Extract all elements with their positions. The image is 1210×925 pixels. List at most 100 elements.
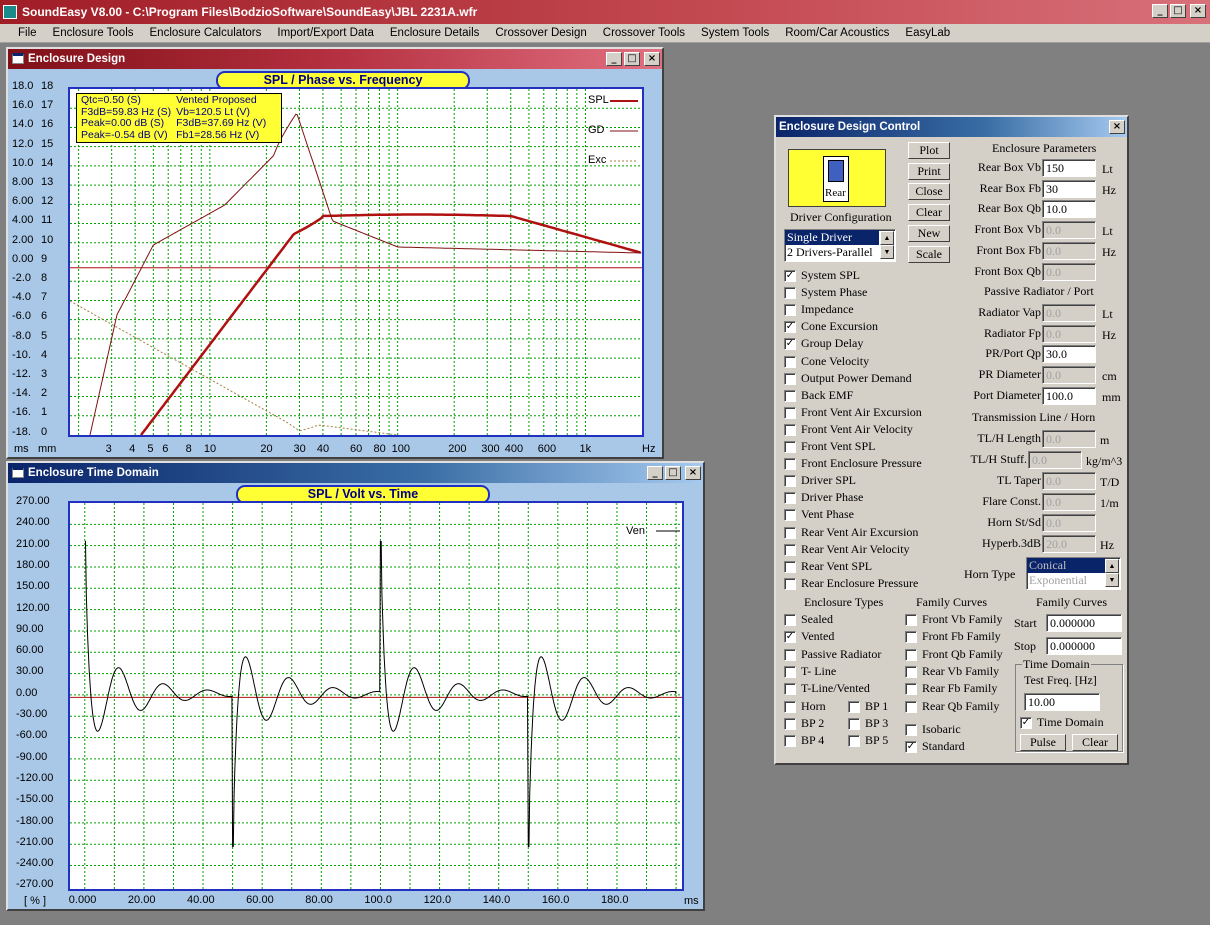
menu-item-enclosure-calculators[interactable]: Enclosure Calculators xyxy=(150,27,262,39)
driver-config-list[interactable]: Single Driver 2 Drivers-Parallel ▲ ▼ xyxy=(784,229,896,262)
checkbox-rear-vent-air-velocity[interactable] xyxy=(784,543,796,556)
checkbox-group-delay[interactable]: ✓ xyxy=(784,338,796,351)
param-input-pr-diameter[interactable]: 0.0 xyxy=(1042,366,1096,385)
horn-type-list[interactable]: Conical Exponential ▲ ▼ xyxy=(1026,557,1121,590)
checkbox-t-line[interactable] xyxy=(784,665,796,678)
checkbox-standard[interactable]: ✓ xyxy=(905,741,917,753)
checkbox-bp-5[interactable] xyxy=(848,735,860,747)
checkbox-passive-radiator[interactable] xyxy=(784,648,796,661)
checkbox-front-vent-spl[interactable] xyxy=(784,441,796,453)
driver-option[interactable]: Single Driver xyxy=(785,230,879,245)
menu-item-file[interactable]: File xyxy=(18,27,37,39)
minimize-button[interactable]: _ xyxy=(647,466,663,480)
close-button[interactable]: × xyxy=(644,52,660,66)
checkbox-rear-vb-family[interactable] xyxy=(905,665,917,678)
menu-item-enclosure-tools[interactable]: Enclosure Tools xyxy=(53,27,134,39)
param-input-front-box-vb[interactable]: 0.0 xyxy=(1042,221,1096,240)
checkbox-rear-qb-family[interactable] xyxy=(905,700,917,713)
param-input-radiator-vap[interactable]: 0.0 xyxy=(1042,304,1096,322)
param-input-port-diameter[interactable]: 100.0 xyxy=(1042,386,1096,405)
driver-option[interactable]: 2 Drivers-Parallel xyxy=(785,245,879,260)
checkbox-front-vent-air-excursion[interactable] xyxy=(784,406,796,419)
maximize-button[interactable]: □ xyxy=(624,52,640,66)
plot-button[interactable]: Plot xyxy=(908,142,950,159)
spl-plot-area[interactable]: Qtc=0.50 (S) Vented Proposed F3dB=59.83 Hz… xyxy=(68,87,644,437)
horn-option[interactable]: Conical xyxy=(1027,558,1105,573)
maximize-button[interactable]: □ xyxy=(665,466,681,480)
clear-time-domain-button[interactable]: Clear xyxy=(1072,734,1118,751)
clear-button[interactable]: Clear xyxy=(908,204,950,222)
checkbox-horn[interactable] xyxy=(784,701,796,713)
spin-down-icon[interactable]: ▼ xyxy=(880,245,894,259)
checkbox-sealed[interactable] xyxy=(784,614,796,626)
param-input-hyperb-3db[interactable]: 20.0 xyxy=(1042,535,1096,553)
scale-button[interactable]: Scale xyxy=(908,245,950,263)
param-input-rear-box-qb[interactable]: 10.0 xyxy=(1042,200,1096,219)
checkbox-bp-3[interactable] xyxy=(848,718,860,730)
checkbox-bp-2[interactable] xyxy=(784,718,796,730)
test-freq-input[interactable]: 10.00 xyxy=(1024,693,1100,711)
menu-item-crossover-design[interactable]: Crossover Design xyxy=(495,27,586,39)
param-input-horn-st-sd[interactable]: 0.0 xyxy=(1042,514,1096,532)
stop-input[interactable]: 0.000000 xyxy=(1046,637,1122,655)
checkbox-output-power-demand[interactable] xyxy=(784,372,796,385)
close-button[interactable]: Close xyxy=(908,183,950,201)
close-button[interactable]: × xyxy=(685,466,701,480)
rear-config-icon[interactable]: Rear xyxy=(788,149,886,207)
checkbox-bp-4[interactable] xyxy=(784,735,796,747)
param-input-pr-port-qp[interactable]: 30.0 xyxy=(1042,345,1096,364)
checkbox-rear-vent-spl[interactable] xyxy=(784,560,796,573)
checkbox-system-phase[interactable] xyxy=(784,287,796,300)
checkbox-bp-1[interactable] xyxy=(848,701,860,713)
time-plot-area[interactable]: Ven xyxy=(68,501,684,891)
minimize-button[interactable]: _ xyxy=(1152,4,1168,18)
checkbox-system-spl[interactable]: ✓ xyxy=(784,270,796,282)
checkbox-front-enclosure-pressure[interactable] xyxy=(784,458,796,471)
menu-item-crossover-tools[interactable]: Crossover Tools xyxy=(603,27,685,39)
spin-up-icon[interactable]: ▲ xyxy=(880,231,894,245)
checkbox-front-vent-air-velocity[interactable] xyxy=(784,423,796,436)
spin-up-icon[interactable]: ▲ xyxy=(1105,559,1119,573)
print-button[interactable]: Print xyxy=(908,162,950,180)
param-input-tl-taper[interactable]: 0.0 xyxy=(1042,472,1096,490)
checkbox-rear-fb-family[interactable] xyxy=(905,683,917,696)
checkbox-impedance[interactable] xyxy=(784,304,796,317)
param-input-tl-h-stuff-[interactable]: 0.0 xyxy=(1028,451,1082,469)
checkbox-cone-excursion[interactable]: ✓ xyxy=(784,321,796,334)
param-input-rear-box-vb[interactable]: 150 xyxy=(1042,159,1096,177)
checkbox-cone-velocity[interactable] xyxy=(784,355,796,368)
minimize-button[interactable]: _ xyxy=(606,52,622,66)
close-button[interactable]: × xyxy=(1190,4,1206,18)
checkbox-vented[interactable]: ✓ xyxy=(784,631,796,644)
horn-option[interactable]: Exponential xyxy=(1027,573,1105,588)
checkbox-driver-spl[interactable] xyxy=(784,475,796,488)
checkbox-vent-phase[interactable] xyxy=(784,509,796,522)
checkbox-time-domain[interactable]: ✓ xyxy=(1020,717,1032,729)
menu-item-enclosure-details[interactable]: Enclosure Details xyxy=(390,27,479,39)
maximize-button[interactable]: □ xyxy=(1170,4,1186,18)
checkbox-front-fb-family[interactable] xyxy=(905,631,917,644)
param-input-front-box-qb[interactable]: 0.0 xyxy=(1042,262,1096,281)
menu-item-easylab[interactable]: EasyLab xyxy=(905,27,950,39)
param-input-flare-const-[interactable]: 0.0 xyxy=(1042,493,1096,511)
param-input-radiator-fp[interactable]: 0.0 xyxy=(1042,324,1096,343)
menu-item-import-export-data[interactable]: Import/Export Data xyxy=(277,27,374,39)
checkbox-back-emf[interactable] xyxy=(784,389,796,402)
param-input-tl-h-length[interactable]: 0.0 xyxy=(1042,430,1096,448)
checkbox-rear-vent-air-excursion[interactable] xyxy=(784,526,796,539)
start-input[interactable]: 0.000000 xyxy=(1046,614,1122,632)
spin-down-icon[interactable]: ▼ xyxy=(1105,573,1119,587)
menu-item-system-tools[interactable]: System Tools xyxy=(701,27,769,39)
checkbox-isobaric[interactable] xyxy=(905,724,917,736)
new-button[interactable]: New xyxy=(908,224,950,242)
menu-item-room-car-acoustics[interactable]: Room/Car Acoustics xyxy=(785,27,889,39)
pulse-button[interactable]: Pulse xyxy=(1020,734,1066,751)
checkbox-front-vb-family[interactable] xyxy=(905,614,917,626)
checkbox-front-qb-family[interactable] xyxy=(905,648,917,661)
checkbox-driver-phase[interactable] xyxy=(784,492,796,505)
horn-spin[interactable]: ▲ ▼ xyxy=(1105,559,1119,587)
close-button[interactable]: × xyxy=(1109,120,1125,134)
driver-spin[interactable]: ▲ ▼ xyxy=(880,231,894,259)
checkbox-rear-enclosure-pressure[interactable] xyxy=(784,577,796,590)
checkbox-t-line-vented[interactable] xyxy=(784,683,796,696)
